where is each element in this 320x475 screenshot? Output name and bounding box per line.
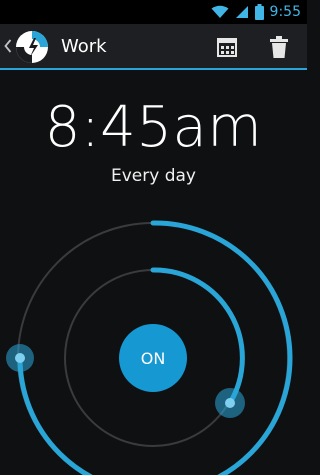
status-bar: 9:55 bbox=[0, 0, 307, 24]
status-clock: 9:55 bbox=[269, 4, 301, 20]
wifi-icon bbox=[211, 5, 229, 18]
delete-button[interactable] bbox=[266, 34, 292, 60]
hour-handle[interactable] bbox=[6, 344, 34, 372]
on-toggle-button[interactable]: ON bbox=[119, 324, 187, 392]
minute-handle-knob bbox=[225, 398, 235, 408]
calendar-button[interactable] bbox=[214, 34, 240, 60]
page-title: Work bbox=[61, 36, 107, 57]
hour-handle-knob bbox=[15, 353, 25, 363]
trash-icon bbox=[270, 36, 288, 58]
back-chevron-icon[interactable] bbox=[3, 35, 13, 57]
status-icons: 9:55 bbox=[211, 3, 301, 21]
action-bar: Work bbox=[0, 24, 307, 70]
alarm-recurrence[interactable]: Every day bbox=[0, 166, 307, 186]
calendar-icon bbox=[217, 38, 237, 57]
on-toggle-label: ON bbox=[140, 348, 166, 368]
minute-handle[interactable] bbox=[215, 388, 245, 418]
app-logo-icon[interactable] bbox=[14, 29, 50, 65]
battery-icon bbox=[254, 4, 264, 20]
signal-icon bbox=[235, 6, 248, 18]
alarm-time: 8:45am bbox=[44, 95, 263, 160]
